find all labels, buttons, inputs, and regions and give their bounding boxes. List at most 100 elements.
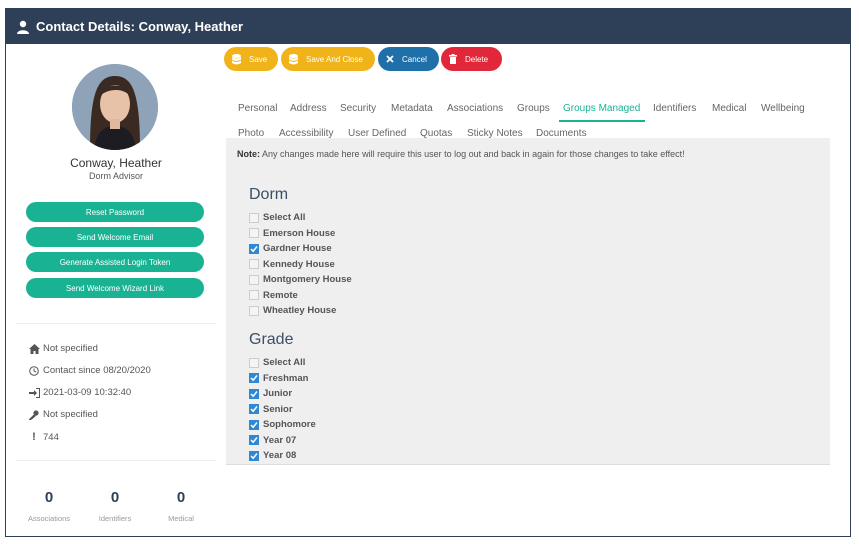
sign-in-icon: [28, 387, 40, 398]
save-and-close-button[interactable]: Save And Close: [281, 47, 375, 71]
trash-icon: [449, 54, 457, 64]
checkbox-label: Remote: [263, 289, 298, 301]
checkbox-unchecked[interactable]: [249, 259, 259, 269]
exclamation-icon: !: [32, 431, 36, 443]
checkbox-label: Emerson House: [263, 227, 336, 239]
medical-count: 0: [176, 489, 186, 506]
checkbox-checked[interactable]: [249, 450, 259, 461]
checkbox-label: Select All: [263, 357, 306, 368]
tab-metadata[interactable]: Metadata: [391, 103, 433, 114]
tab-wellbeing[interactable]: Wellbeing: [761, 103, 805, 114]
checkbox-unchecked[interactable]: [249, 290, 259, 300]
associations-label: Associations: [27, 514, 71, 523]
save-button[interactable]: Save: [224, 47, 278, 71]
note-text: Note: Any changes made here will require…: [237, 149, 685, 159]
checkbox-unchecked[interactable]: [249, 305, 259, 316]
database-icon: [289, 53, 298, 65]
checkbox-unchecked[interactable]: [249, 212, 259, 223]
checkbox-row[interactable]: Senior: [249, 404, 293, 415]
tab-address[interactable]: Address: [290, 103, 327, 114]
checkbox-row[interactable]: Wheatley House: [249, 305, 336, 316]
tab-personal[interactable]: Personal: [238, 103, 277, 114]
divider: [16, 460, 216, 461]
send-wizard-link-button[interactable]: Send Welcome Wizard Link: [26, 278, 204, 298]
checkbox-label: Freshman: [263, 372, 309, 384]
contact-since-text: Contact since 08/20/2020: [43, 365, 151, 376]
identifiers-label: Identifiers: [98, 514, 132, 523]
checkbox-checked[interactable]: [249, 373, 259, 383]
database-icon: [232, 53, 241, 65]
tab-identifiers[interactable]: Identifiers: [653, 103, 696, 114]
checkbox-label: Sophomore: [263, 419, 316, 430]
window-title: Contact Details: Conway, Heather: [36, 19, 244, 34]
checkbox-row[interactable]: Junior: [249, 388, 292, 399]
tab-groups[interactable]: Groups: [517, 103, 550, 114]
id-text: 744: [43, 431, 59, 443]
checkbox-row[interactable]: Montgomery House: [249, 274, 352, 285]
checkbox-checked[interactable]: [249, 404, 259, 414]
checkbox-row[interactable]: Gardner House: [249, 243, 332, 254]
medical-label: Medical: [168, 514, 194, 523]
checkbox-unchecked[interactable]: [249, 357, 259, 368]
cancel-button[interactable]: Cancel: [378, 47, 439, 71]
profile-panel: Conway, Heather Dorm Advisor Reset Passw…: [6, 44, 226, 536]
tab-associations[interactable]: Associations: [447, 103, 503, 114]
address-text: Not specified: [43, 343, 98, 354]
save-and-close-label: Save And Close: [306, 54, 363, 64]
checkbox-label: Senior: [263, 403, 293, 415]
key-icon: [28, 409, 40, 420]
avatar: [72, 64, 158, 150]
checkbox-row[interactable]: Sophomore: [249, 419, 316, 430]
contact-since-info: Contact since 08/20/2020: [28, 365, 151, 376]
checkbox-label: Year 07: [263, 434, 297, 446]
checkbox-row[interactable]: Kennedy House: [249, 259, 335, 270]
title-bar: Contact Details: Conway, Heather: [6, 9, 850, 44]
close-icon: [386, 55, 394, 63]
key-info: Not specified: [28, 409, 98, 420]
checkbox-row[interactable]: Remote: [249, 290, 298, 301]
cancel-label: Cancel: [402, 54, 427, 64]
delete-label: Delete: [465, 54, 489, 64]
send-welcome-email-button[interactable]: Send Welcome Email: [26, 227, 204, 247]
last-login-text: 2021-03-09 10:32:40: [43, 387, 132, 398]
checkbox-checked[interactable]: [249, 243, 259, 254]
checkbox-row[interactable]: Emerson House: [249, 228, 335, 239]
generate-login-token-button[interactable]: Generate Assisted Login Token: [26, 252, 204, 272]
contact-name: Conway, Heather: [70, 156, 162, 170]
medical-stat: 0 Medical: [151, 489, 211, 523]
checkbox-checked[interactable]: [249, 388, 259, 399]
checkbox-row[interactable]: Year 07: [249, 435, 296, 446]
active-tab-indicator: [559, 120, 645, 122]
delete-button[interactable]: Delete: [441, 47, 502, 71]
identifiers-stat: 0 Identifiers: [85, 489, 145, 523]
checkbox-checked[interactable]: [249, 435, 259, 445]
tab-groups-managed[interactable]: Groups Managed: [563, 103, 640, 114]
checkbox-label: Junior: [263, 388, 293, 399]
address-info: Not specified: [28, 343, 98, 354]
checkbox-row[interactable]: Freshman: [249, 373, 308, 384]
dorm-section-title: Dorm: [249, 186, 289, 203]
reset-password-button[interactable]: Reset Password: [26, 202, 204, 222]
checkbox-label: Kennedy House: [263, 258, 335, 270]
clock-icon: [28, 365, 40, 376]
checkbox-row[interactable]: Select All: [249, 357, 305, 368]
checkbox-row[interactable]: Select All: [249, 212, 305, 223]
divider: [16, 323, 216, 324]
associations-count: 0: [44, 489, 54, 506]
home-icon: [28, 343, 40, 354]
checkbox-unchecked[interactable]: [249, 274, 259, 285]
id-info: ! 744: [28, 431, 59, 443]
checkbox-label: Year 08: [263, 450, 297, 461]
note-body: Any changes made here will require this …: [260, 149, 685, 159]
key-text: Not specified: [43, 409, 98, 420]
checkbox-label: Select All: [263, 212, 306, 223]
checkbox-label: Wheatley House: [263, 305, 337, 316]
checkbox-row[interactable]: Year 08: [249, 450, 296, 461]
tab-security[interactable]: Security: [340, 103, 376, 114]
avatar-photo: [72, 64, 158, 150]
checkbox-unchecked[interactable]: [249, 228, 259, 238]
groups-managed-panel: Note: Any changes made here will require…: [226, 138, 830, 465]
tab-medical[interactable]: Medical: [712, 103, 746, 114]
grade-section-title: Grade: [249, 331, 294, 348]
checkbox-checked[interactable]: [249, 419, 259, 430]
